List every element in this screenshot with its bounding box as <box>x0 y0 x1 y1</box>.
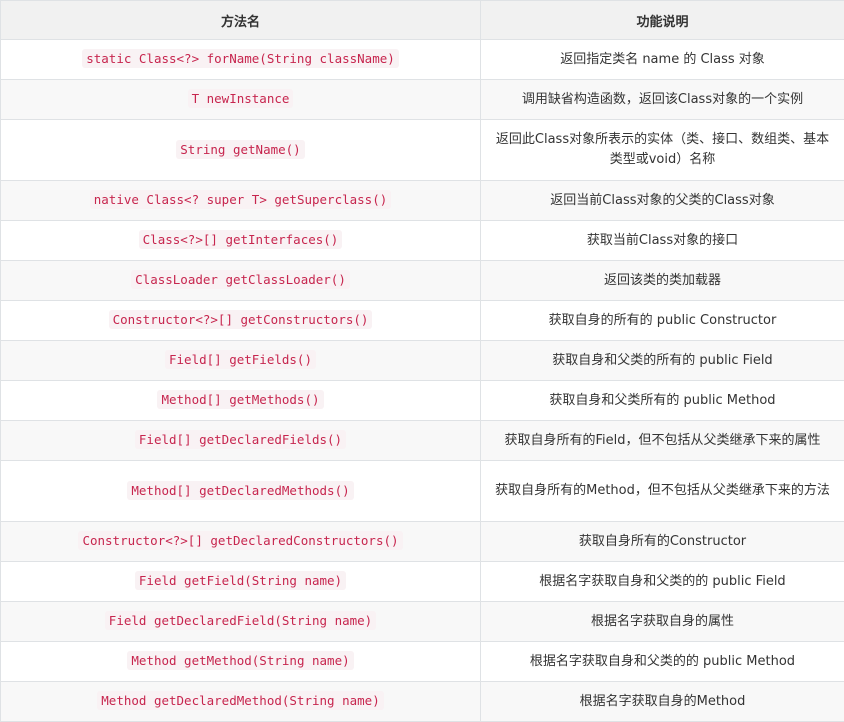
table-row: Method getMethod(String name) 根据名字获取自身和父… <box>1 642 844 682</box>
table-row: String getName() 返回此Class对象所表示的实体（类、接口、数… <box>1 120 844 181</box>
table-row: Method getDeclaredMethod(String name) 根据… <box>1 682 844 722</box>
table-row: T newInstance 调用缺省构造函数，返回该Class对象的一个实例 <box>1 80 844 120</box>
method-signature: String getName() <box>176 140 304 159</box>
method-signature: Method getDeclaredMethod(String name) <box>97 691 383 710</box>
method-cell: Class<?>[] getInterfaces() <box>1 221 481 261</box>
description-cell: 根据名字获取自身和父类的的 public Field <box>481 562 844 602</box>
method-signature: Field[] getFields() <box>165 350 316 369</box>
method-cell: Constructor<?>[] getDeclaredConstructors… <box>1 522 481 562</box>
table-row: native Class<? super T> getSuperclass() … <box>1 181 844 221</box>
method-cell: static Class<?> forName(String className… <box>1 40 481 80</box>
method-cell: Method[] getDeclaredMethods() <box>1 461 481 522</box>
method-cell: Field[] getDeclaredFields() <box>1 421 481 461</box>
description-cell: 根据名字获取自身的属性 <box>481 602 844 642</box>
description-cell: 获取自身和父类所有的 public Method <box>481 381 844 421</box>
method-signature: native Class<? super T> getSuperclass() <box>90 190 392 209</box>
method-cell: Field getDeclaredField(String name) <box>1 602 481 642</box>
column-header-method: 方法名 <box>1 1 481 40</box>
description-cell: 返回此Class对象所表示的实体（类、接口、数组类、基本类型或void）名称 <box>481 120 844 181</box>
description-cell: 根据名字获取自身的Method <box>481 682 844 722</box>
method-signature: Method[] getMethods() <box>157 390 323 409</box>
table-row: Field getField(String name) 根据名字获取自身和父类的… <box>1 562 844 602</box>
table-row: Field[] getDeclaredFields() 获取自身所有的Field… <box>1 421 844 461</box>
method-cell: Field[] getFields() <box>1 341 481 381</box>
method-signature: Constructor<?>[] getDeclaredConstructors… <box>78 531 402 550</box>
description-cell: 返回指定类名 name 的 Class 对象 <box>481 40 844 80</box>
method-cell: native Class<? super T> getSuperclass() <box>1 181 481 221</box>
method-cell: ClassLoader getClassLoader() <box>1 261 481 301</box>
method-signature: Field[] getDeclaredFields() <box>135 430 346 449</box>
description-cell: 调用缺省构造函数，返回该Class对象的一个实例 <box>481 80 844 120</box>
method-cell: Constructor<?>[] getConstructors() <box>1 301 481 341</box>
method-cell: Method getDeclaredMethod(String name) <box>1 682 481 722</box>
method-cell: T newInstance <box>1 80 481 120</box>
method-signature: Method[] getDeclaredMethods() <box>127 481 353 500</box>
table-row: Constructor<?>[] getConstructors() 获取自身的… <box>1 301 844 341</box>
method-cell: Field getField(String name) <box>1 562 481 602</box>
method-signature: Field getField(String name) <box>135 571 346 590</box>
table-row: Field getDeclaredField(String name) 根据名字… <box>1 602 844 642</box>
description-cell: 获取自身和父类的所有的 public Field <box>481 341 844 381</box>
method-signature: Method getMethod(String name) <box>127 651 353 670</box>
table-row: Constructor<?>[] getDeclaredConstructors… <box>1 522 844 562</box>
table-header-row: 方法名 功能说明 <box>1 1 844 40</box>
table-row: Field[] getFields() 获取自身和父类的所有的 public F… <box>1 341 844 381</box>
method-signature: Field getDeclaredField(String name) <box>105 611 376 630</box>
table-row: static Class<?> forName(String className… <box>1 40 844 80</box>
method-signature: T newInstance <box>188 89 294 108</box>
description-cell: 返回该类的类加载器 <box>481 261 844 301</box>
description-cell: 根据名字获取自身和父类的的 public Method <box>481 642 844 682</box>
method-signature: Constructor<?>[] getConstructors() <box>109 310 373 329</box>
table-row: ClassLoader getClassLoader() 返回该类的类加载器 <box>1 261 844 301</box>
method-cell: String getName() <box>1 120 481 181</box>
method-signature: ClassLoader getClassLoader() <box>131 270 350 289</box>
table-row: Class<?>[] getInterfaces() 获取当前Class对象的接… <box>1 221 844 261</box>
method-cell: Method[] getMethods() <box>1 381 481 421</box>
description-cell: 获取自身所有的Field，但不包括从父类继承下来的属性 <box>481 421 844 461</box>
column-header-description: 功能说明 <box>481 1 844 40</box>
table-row: Method[] getMethods() 获取自身和父类所有的 public … <box>1 381 844 421</box>
table-row: Method[] getDeclaredMethods() 获取自身所有的Met… <box>1 461 844 522</box>
description-cell: 获取当前Class对象的接口 <box>481 221 844 261</box>
method-signature: Class<?>[] getInterfaces() <box>139 230 343 249</box>
description-cell: 获取自身所有的Method，但不包括从父类继承下来的方法 <box>481 461 844 522</box>
method-cell: Method getMethod(String name) <box>1 642 481 682</box>
description-cell: 返回当前Class对象的父类的Class对象 <box>481 181 844 221</box>
api-table: 方法名 功能说明 static Class<?> forName(String … <box>0 0 844 722</box>
description-cell: 获取自身所有的Constructor <box>481 522 844 562</box>
method-signature: static Class<?> forName(String className… <box>82 49 399 68</box>
description-cell: 获取自身的所有的 public Constructor <box>481 301 844 341</box>
